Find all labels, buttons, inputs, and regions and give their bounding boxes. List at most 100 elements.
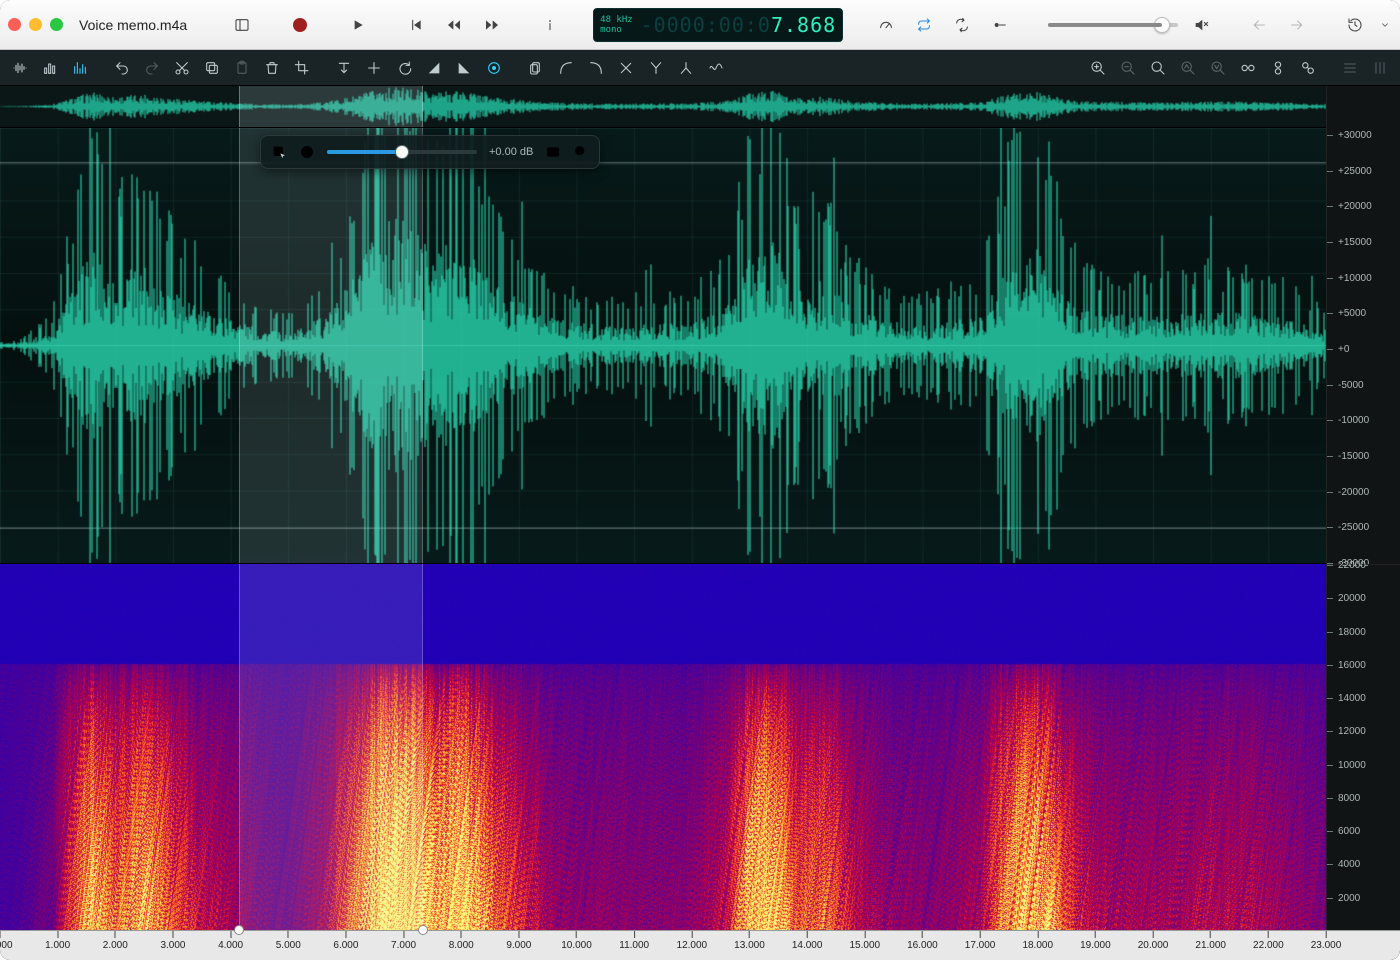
time-tick: 3.000 (160, 931, 185, 951)
freq-tick: 10000 (1327, 760, 1400, 771)
zoom-out-icon[interactable] (1144, 54, 1172, 82)
loop-icon[interactable] (909, 10, 939, 40)
selection-marker[interactable] (418, 925, 428, 935)
paste-icon[interactable] (228, 54, 256, 82)
volume-slider[interactable] (1048, 23, 1178, 27)
time-tick: 5.000 (276, 931, 301, 951)
list-icon[interactable] (1336, 54, 1364, 82)
link-v-icon[interactable] (1264, 54, 1292, 82)
window-titlebar: Voice memo.m4a 48 kHz mono (0, 0, 1400, 50)
time-display: 48 kHz mono -0000:00:07.868 (593, 8, 843, 42)
time-tick: 21.000 (1195, 931, 1226, 951)
time-tick: 17.000 (965, 931, 996, 951)
zoom-out-sel-icon[interactable] (1114, 54, 1142, 82)
channels-label: mono (600, 25, 633, 35)
mute-icon[interactable] (1186, 10, 1216, 40)
silence-icon[interactable] (330, 54, 358, 82)
time-tick: 13.000 (734, 931, 765, 951)
amp-tick: +25000 (1327, 166, 1400, 177)
overview-waveform[interactable] (0, 86, 1326, 128)
zoom-in-icon[interactable] (1084, 54, 1112, 82)
undo-icon[interactable] (108, 54, 136, 82)
freq-tick: 16000 (1327, 660, 1400, 671)
window-close-button[interactable] (8, 18, 21, 31)
freq-tick: 12000 (1327, 726, 1400, 737)
main-waveform[interactable] (0, 128, 1326, 564)
spectrogram[interactable] (0, 564, 1326, 930)
frequency-ruler: 2200020000180001600014000120001000080006… (1326, 564, 1400, 930)
fastforward-button[interactable] (477, 10, 507, 40)
curve-b-icon[interactable] (582, 54, 610, 82)
time-axis[interactable]: 0.0001.0002.0003.0004.0005.0006.0007.000… (0, 930, 1326, 960)
sample-rate-label: 48 kHz (600, 15, 633, 25)
punch-icon[interactable] (985, 10, 1015, 40)
amp-tick: +20000 (1327, 201, 1400, 212)
gain-globe-icon[interactable] (299, 144, 315, 160)
tools-toolbar (0, 50, 1400, 86)
crop-icon[interactable] (288, 54, 316, 82)
panel-icon[interactable] (1366, 54, 1394, 82)
time-tick: 6.000 (333, 931, 358, 951)
amp-tick: +15000 (1327, 237, 1400, 248)
time-tick: 20.000 (1138, 931, 1169, 951)
freq-tick: 6000 (1327, 826, 1400, 837)
fade-out-icon[interactable] (450, 54, 478, 82)
redo-icon[interactable] (138, 54, 166, 82)
link-sel-icon[interactable] (1294, 54, 1322, 82)
nav-back-button[interactable] (1244, 10, 1274, 40)
window-minimize-button[interactable] (29, 18, 42, 31)
snapshot-icon[interactable] (545, 144, 561, 160)
zoom-peak-in-icon[interactable] (1174, 54, 1202, 82)
link-h-icon[interactable] (1234, 54, 1262, 82)
skip-start-button[interactable] (401, 10, 431, 40)
add-marker-icon[interactable] (522, 54, 550, 82)
zoom-tool-icon[interactable] (573, 144, 589, 160)
time-tick: 15.000 (849, 931, 880, 951)
history-icon[interactable] (1340, 10, 1370, 40)
rewind-button[interactable] (439, 10, 469, 40)
freq-tick: 22000 (1327, 560, 1400, 571)
zoom-peak-out-icon[interactable] (1204, 54, 1232, 82)
bars-view-icon[interactable] (36, 54, 64, 82)
waveform-view-icon[interactable] (6, 54, 34, 82)
copy-icon[interactable] (198, 54, 226, 82)
wave-icon[interactable] (702, 54, 730, 82)
amp-tick: -25000 (1327, 522, 1400, 533)
speed-icon[interactable] (871, 10, 901, 40)
trim-icon[interactable] (360, 54, 388, 82)
gain-slider[interactable] (327, 150, 477, 154)
time-tick: 14.000 (792, 931, 823, 951)
gain-toolbar[interactable]: +0.00 dB (260, 135, 600, 169)
delete-icon[interactable] (258, 54, 286, 82)
curve-a-icon[interactable] (552, 54, 580, 82)
history-dropdown-icon[interactable] (1378, 10, 1392, 40)
time-display-dim: -0000:00:0 (641, 13, 771, 37)
sidebar-icon[interactable] (227, 10, 257, 40)
window-zoom-button[interactable] (50, 18, 63, 31)
amp-tick: -5000 (1327, 380, 1400, 391)
time-tick: 19.000 (1080, 931, 1111, 951)
time-tick: 18.000 (1022, 931, 1053, 951)
fork-icon[interactable] (642, 54, 670, 82)
info-button[interactable] (535, 10, 565, 40)
selection-tool-icon[interactable] (271, 144, 287, 160)
amp-tick: +10000 (1327, 273, 1400, 284)
time-tick: 12.000 (677, 931, 708, 951)
selection-marker[interactable] (234, 925, 244, 935)
time-tick: 0.000 (0, 931, 13, 951)
amp-tick: +5000 (1327, 308, 1400, 319)
denoise-icon[interactable] (480, 54, 508, 82)
loop-region-icon[interactable] (947, 10, 977, 40)
overview-selection[interactable] (239, 86, 422, 127)
cut-icon[interactable] (168, 54, 196, 82)
freq-tick: 4000 (1327, 859, 1400, 870)
time-tick: 2.000 (103, 931, 128, 951)
play-button[interactable] (343, 10, 373, 40)
spectral-view-icon[interactable] (66, 54, 94, 82)
fade-in-icon[interactable] (420, 54, 448, 82)
record-button[interactable] (285, 10, 315, 40)
nav-forward-button[interactable] (1282, 10, 1312, 40)
cross-icon[interactable] (612, 54, 640, 82)
merge-icon[interactable] (672, 54, 700, 82)
reverse-icon[interactable] (390, 54, 418, 82)
